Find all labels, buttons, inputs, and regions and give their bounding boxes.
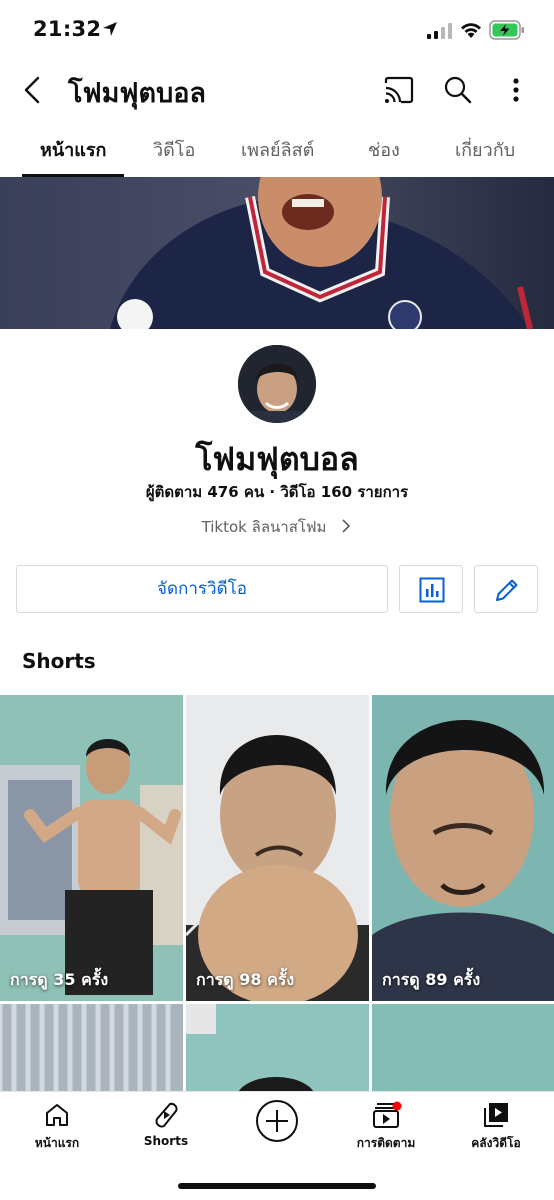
wifi-icon [461, 23, 481, 38]
channel-link-label: Tiktok ลิลนาสโฟม [201, 518, 327, 536]
short-view-count: การดู 35 ครั้ง [10, 970, 109, 989]
page-title: โฟมฟุตบอล [68, 78, 206, 109]
chevron-right-icon [342, 519, 351, 533]
short-view-count: การดู 98 ครั้ง [196, 970, 295, 989]
short-thumbnail [186, 695, 369, 1001]
search-icon[interactable] [442, 74, 474, 106]
short-item[interactable] [0, 1004, 183, 1094]
nav-label: Shorts [143, 1134, 189, 1148]
tab-home[interactable]: หน้าแรก [40, 135, 106, 164]
short-view-count: การดู 89 ครั้ง [382, 970, 481, 989]
shorts-icon [155, 1102, 178, 1128]
analytics-icon [419, 577, 445, 603]
short-thumbnail [372, 695, 554, 1001]
channel-name: โฟมฟุตบอล [195, 440, 359, 478]
nav-library[interactable]: คลังวิดีโอ [441, 1092, 551, 1162]
analytics-button[interactable] [399, 565, 463, 613]
short-thumbnail [0, 695, 183, 1001]
subscriptions-icon [373, 1101, 402, 1128]
more-vert-icon[interactable] [504, 74, 528, 106]
banner-image [0, 177, 554, 329]
short-item[interactable] [186, 1004, 369, 1094]
short-thumbnail [0, 1004, 183, 1094]
short-thumbnail [186, 1004, 369, 1094]
status-time: 21:32 [33, 17, 102, 41]
back-icon[interactable] [18, 72, 48, 108]
edit-channel-button[interactable] [474, 565, 538, 613]
short-item[interactable]: การดู 98 ครั้ง [186, 695, 369, 1001]
tab-about[interactable]: เกี่ยวกับ [455, 135, 515, 164]
short-item[interactable]: การดู 35 ครั้ง [0, 695, 183, 1001]
short-thumbnail [372, 1004, 554, 1094]
create-plus-icon[interactable] [255, 1099, 299, 1143]
tab-videos[interactable]: วิดีโอ [153, 135, 195, 164]
channel-stats: ผู้ติดตาม 476 คน · วิดีโอ 160 รายการ [145, 483, 409, 501]
status-bar: 21:32 [0, 0, 554, 58]
short-item[interactable]: การดู 89 ครั้ง [372, 695, 554, 1001]
cast-icon[interactable] [382, 74, 416, 106]
channel-link[interactable]: Tiktok ลิลนาสโฟม [0, 515, 554, 539]
channel-tabs: หน้าแรก วิดีโอ เพลย์ลิสต์ ช่อง เกี่ยวกับ [0, 126, 554, 177]
bottom-nav: หน้าแรก Shorts การติดตาม คลังวิดีโอ [0, 1091, 554, 1200]
nav-shorts[interactable]: Shorts [111, 1092, 221, 1162]
tab-playlists[interactable]: เพลย์ลิสต์ [241, 135, 314, 164]
nav-label: การติดตาม [356, 1136, 416, 1150]
nav-subscriptions[interactable]: การติดตาม [331, 1092, 441, 1162]
edit-pencil-icon [496, 579, 518, 601]
signal-icon [427, 23, 452, 39]
battery-charging-icon [489, 20, 524, 40]
location-arrow-icon [103, 22, 117, 36]
library-icon [484, 1103, 508, 1127]
shorts-heading: Shorts [22, 649, 96, 673]
nav-label: คลังวิดีโอ [471, 1136, 521, 1150]
home-indicator [178, 1183, 376, 1189]
tab-channels[interactable]: ช่อง [368, 135, 400, 164]
nav-label: หน้าแรก [34, 1136, 80, 1150]
channel-banner [0, 177, 554, 329]
manage-videos-button[interactable]: จัดการวิดีโอ [16, 565, 388, 613]
home-icon [46, 1104, 68, 1126]
avatar-image [238, 345, 316, 423]
short-item[interactable] [372, 1004, 554, 1094]
avatar[interactable] [238, 345, 316, 423]
nav-home[interactable]: หน้าแรก [2, 1092, 112, 1162]
app-bar: โฟมฟุตบอล [0, 62, 554, 118]
